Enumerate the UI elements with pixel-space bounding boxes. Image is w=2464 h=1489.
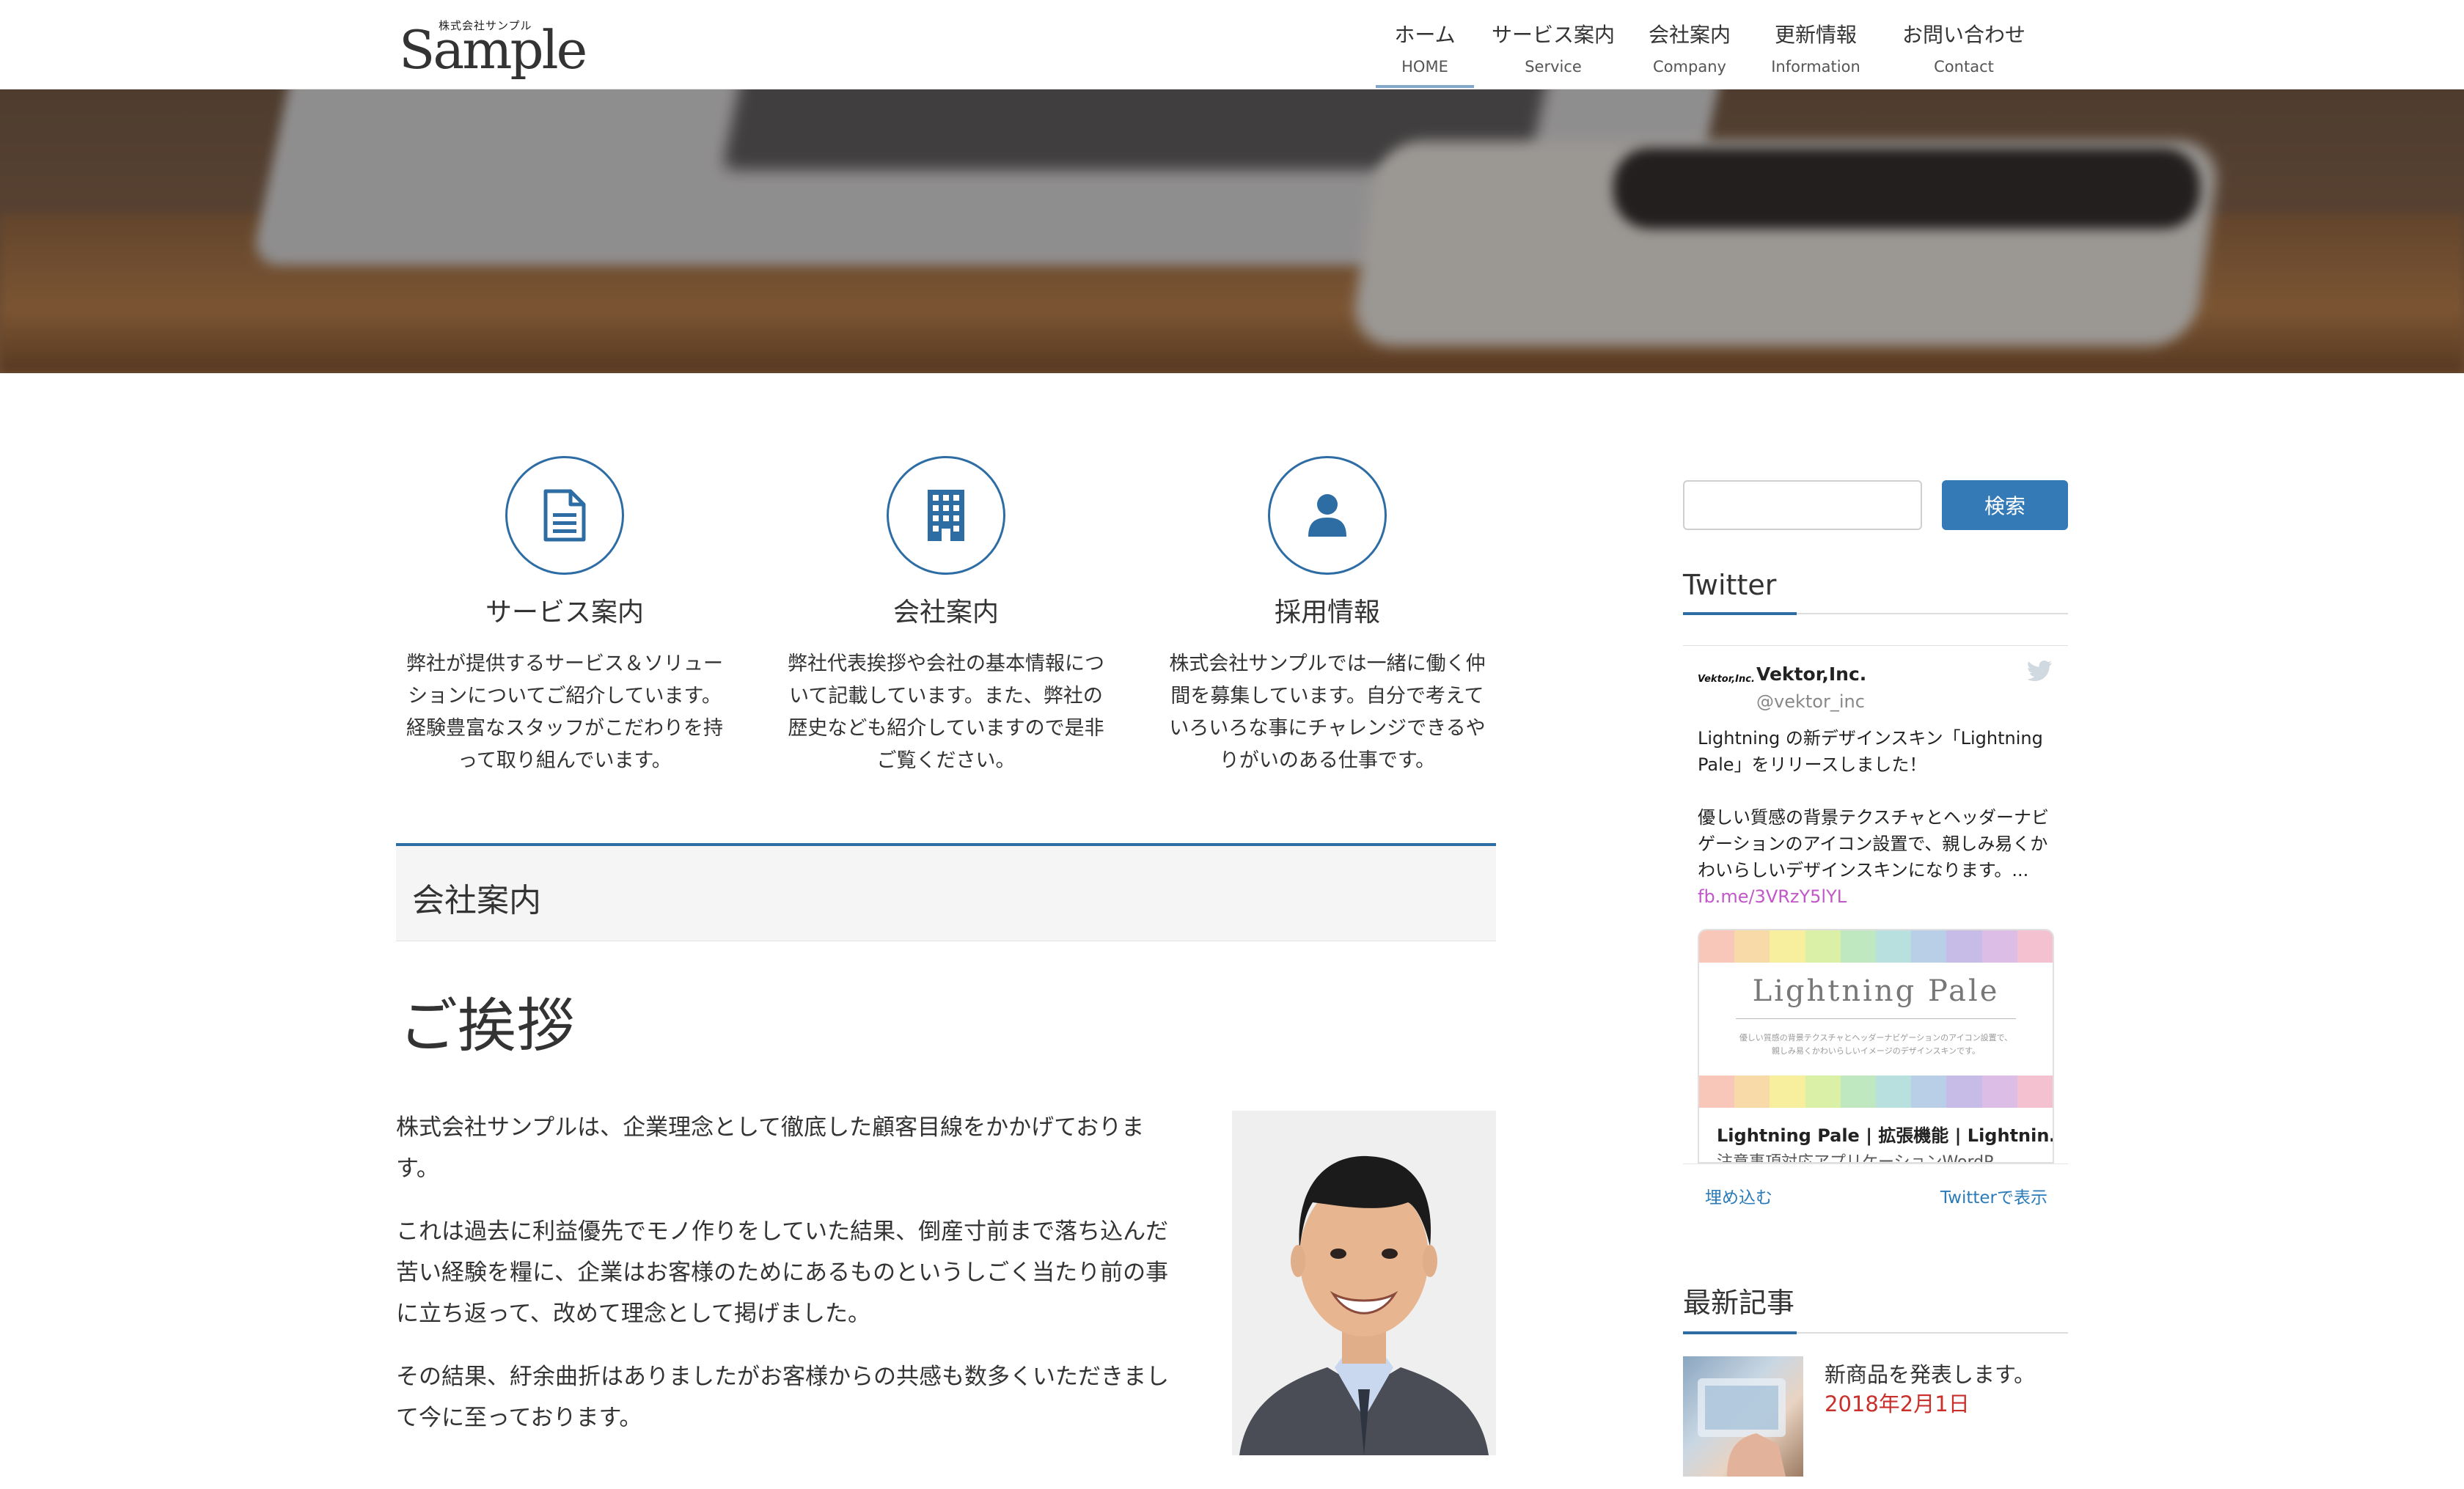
card-caption: Lightning Pale | 拡張機能 | Lightnin… <box>1717 1125 2054 1146</box>
paragraph: その結果、紆余曲折はありましたがお客様からの共感も数多くいただきまし て今に至って… <box>396 1364 1169 1431</box>
tweet-body: Lightning の新デザインスキン「Lightning Pale」をリリース… <box>1698 725 2057 910</box>
card-subtitle: 優しい質感の背景テクスチャとヘッダーナビゲーションのアイコン設置で、 親しみ易く… <box>1739 1033 2013 1056</box>
page-heading: ご挨拶 <box>399 992 575 1060</box>
feature-description: 株式会社サンプルでは一緒に働く仲 間を募集しています。自分で考えて いろいろな事… <box>1169 652 1486 772</box>
feature-description: 弊社代表挨拶や会社の基本情報につ いて記載しています。また、弊社の 歴史なども紹… <box>788 652 1104 772</box>
nav-information[interactable]: 更新情報 Information <box>1753 0 1879 89</box>
feature-recruit[interactable]: 採用情報 株式会社サンプルでは一緒に働く仲 間を募集しています。自分で考えて い… <box>1159 456 1496 777</box>
paragraph: 株式会社サンプルは、企業理念として徹底した顧客目線をかかげておりま す。 <box>396 1114 1145 1182</box>
search-input[interactable] <box>1683 480 1922 530</box>
nav-company-sublabel: Company <box>1653 58 1726 76</box>
greeting-body: 株式会社サンプルは、企業理念として徹底した顧客目線をかかげておりま す。 これは過… <box>396 1107 1203 1460</box>
site-logo[interactable]: 株式会社サンプル Sample <box>399 15 587 79</box>
tweet-author-name[interactable]: Vektor,Inc. <box>1756 663 1866 685</box>
nav-contact-sublabel: Contact <box>1934 58 1994 76</box>
nav-contact-label: お問い合わせ <box>1902 23 2025 47</box>
hero-image <box>0 89 2464 373</box>
twitter-widget-footer: 埋め込む Twitterで表示 <box>1683 1163 2068 1225</box>
feature-service[interactable]: サービス案内 弊社が提供するサービス＆ソリュー ションについてご紹介しています。… <box>396 456 733 777</box>
tweet-avatar[interactable]: Vektor,Inc. <box>1698 674 1755 694</box>
card-color-stripe <box>1699 1076 2053 1108</box>
feature-company[interactable]: 会社案内 弊社代表挨拶や会社の基本情報につ いて記載しています。また、弊社の 歴… <box>777 456 1115 777</box>
section-title: 会社案内 <box>412 882 541 919</box>
building-icon <box>887 456 1005 575</box>
post-title[interactable]: 新商品を発表します。 <box>1825 1358 2035 1389</box>
tweet-link-card[interactable]: Lightning Pale 優しい質感の背景テクスチャとヘッダーナビゲーション… <box>1698 929 2054 1163</box>
card-color-stripe <box>1699 930 2053 963</box>
site-header: 株式会社サンプル Sample ホーム HOME サービス案内 Service … <box>0 0 2464 89</box>
card-title: Lightning Pale <box>1752 974 2000 1008</box>
tweet-link[interactable]: fb.me/3VRzY5lYL <box>1698 883 2057 910</box>
nav-information-sublabel: Information <box>1771 58 1860 76</box>
global-nav: ホーム HOME サービス案内 Service 会社案内 Company 更新情… <box>1370 0 2049 89</box>
document-icon <box>505 456 624 575</box>
nav-home-sublabel: HOME <box>1401 58 1448 76</box>
twitter-timeline: Vektor,Inc. Vektor,Inc. @vektor_inc Ligh… <box>1683 645 2068 1224</box>
logo-text: Sample <box>399 19 587 81</box>
nav-home-label: ホーム <box>1394 23 1456 47</box>
feature-title: サービス案内 <box>485 598 644 628</box>
card-caption-sub: 注意事項対応アプリケーションWordP <box>1717 1153 1994 1163</box>
nav-home[interactable]: ホーム HOME <box>1370 0 1480 89</box>
view-on-twitter-link[interactable]: Twitterで表示 <box>1940 1183 2047 1208</box>
nav-company-label: 会社案内 <box>1648 23 1731 47</box>
nav-information-label: 更新情報 <box>1774 23 1857 47</box>
twitter-widget-title: Twitter <box>1683 569 2068 615</box>
nav-service-label: サービス案内 <box>1491 23 1615 47</box>
nav-service-sublabel: Service <box>1525 58 1582 76</box>
feature-title: 採用情報 <box>1274 598 1380 628</box>
feature-description: 弊社が提供するサービス＆ソリュー ションについてご紹介しています。 経験豊富なス… <box>406 652 723 772</box>
paragraph: これは過去に利益優先でモノ作りをしていた結果、倒産寸前まで落ち込んだ 苦い経験を糧… <box>396 1218 1169 1327</box>
search-button[interactable]: 検索 <box>1942 480 2068 530</box>
ceo-portrait <box>1232 1111 1496 1455</box>
twitter-bird-icon[interactable] <box>2027 661 2053 684</box>
nav-contact[interactable]: お問い合わせ Contact <box>1879 0 2049 89</box>
nav-company[interactable]: 会社案内 Company <box>1627 0 1753 89</box>
user-icon <box>1268 456 1387 575</box>
section-header: 会社案内 <box>396 843 1496 941</box>
embed-link[interactable]: 埋め込む <box>1705 1183 1772 1208</box>
recent-posts-title: 最新記事 <box>1683 1280 2068 1334</box>
feature-title: 会社案内 <box>892 598 999 628</box>
tweet-author-handle[interactable]: @vektor_inc <box>1756 691 1865 712</box>
nav-service[interactable]: サービス案内 Service <box>1480 0 1627 89</box>
post-thumbnail[interactable] <box>1683 1356 1803 1477</box>
post-date: 2018年2月1日 <box>1825 1391 1970 1416</box>
